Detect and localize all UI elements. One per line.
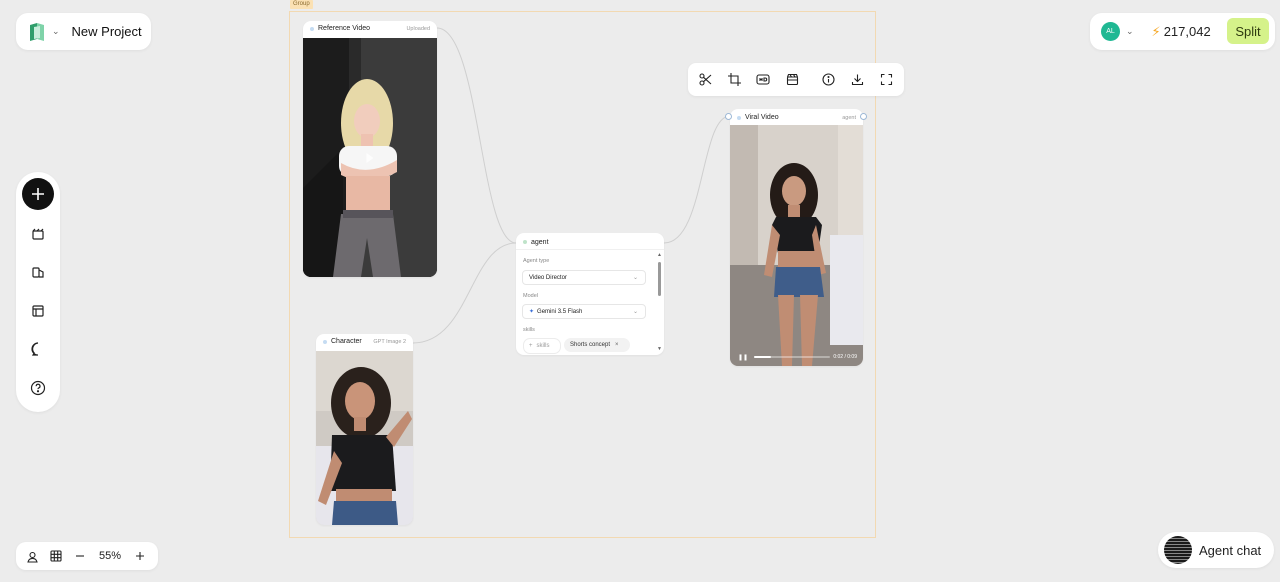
node-header: agent — [516, 235, 664, 250]
scrollbar[interactable]: ▲ ▼ — [657, 252, 662, 352]
app-logo-icon[interactable] — [28, 22, 46, 42]
character-image-frame[interactable] — [316, 351, 413, 525]
zoom-bar: 55% — [16, 542, 158, 570]
zoom-out-button[interactable] — [68, 542, 92, 570]
credits-balance[interactable]: ⚡ 217,042 — [1152, 24, 1211, 40]
video-controls: ❚❚ 0:02 / 0:09 — [738, 354, 857, 361]
character-node[interactable]: Character GPT Image 2 — [316, 334, 413, 525]
node-tag: GPT Image 2 — [373, 338, 406, 345]
status-dot — [310, 26, 314, 31]
skills-label: skills — [523, 327, 535, 333]
progress-bar[interactable] — [754, 356, 831, 358]
fullscreen-icon[interactable] — [878, 71, 894, 87]
assets-icon[interactable] — [22, 256, 54, 288]
agent-chat-label: Agent chat — [1199, 542, 1262, 558]
character-image — [316, 351, 413, 525]
chevron-down-icon[interactable]: ⌄ — [1126, 26, 1134, 37]
split-button[interactable]: Split — [1227, 18, 1269, 44]
person-pin-icon[interactable] — [20, 542, 44, 570]
hd-icon[interactable] — [755, 71, 771, 87]
model-select[interactable]: ✦ Gemini 3.5 Flash ⌄ — [522, 304, 646, 319]
node-title: Character — [331, 338, 362, 345]
node-tag: Uploaded — [406, 25, 430, 32]
edge-agent-to-viral — [663, 115, 731, 244]
agent-chat-button[interactable]: Agent chat — [1158, 532, 1274, 568]
plus-icon: + — [529, 343, 533, 349]
layout-icon[interactable] — [22, 295, 54, 327]
reference-video-node[interactable]: Reference Video Uploaded — [303, 21, 437, 277]
pause-icon[interactable]: ❚❚ — [738, 354, 748, 361]
video-time: 0:02 / 0:09 — [833, 354, 857, 360]
add-skill-button[interactable]: + skills — [523, 338, 561, 354]
skill-chip-label: Shorts concept — [570, 342, 611, 348]
grid-icon[interactable] — [44, 542, 68, 570]
viral-video-frame[interactable]: ❚❚ 0:02 / 0:09 — [730, 125, 863, 366]
viral-video-node[interactable]: Viral Video agent ❚❚ 0:02 / 0:09 — [730, 109, 863, 366]
chevron-down-icon: ⌄ — [632, 275, 638, 281]
agent-node[interactable]: agent Agent type Video Director ⌄ Model … — [516, 233, 664, 355]
viral-video-image — [730, 125, 863, 366]
close-icon[interactable]: × — [615, 342, 619, 348]
node-title: Viral Video — [745, 114, 779, 121]
crop-icon[interactable] — [726, 71, 742, 87]
node-header: Character GPT Image 2 — [316, 334, 413, 349]
node-title: agent — [531, 238, 549, 246]
model-value: Gemini 3.5 Flash — [537, 308, 583, 315]
node-title: Reference Video — [318, 25, 371, 32]
credits-value: 217,042 — [1163, 24, 1211, 39]
progress-fill — [754, 356, 771, 358]
agent-avatar — [1164, 536, 1192, 564]
info-icon[interactable] — [820, 71, 836, 87]
status-dot — [523, 240, 527, 244]
status-dot — [737, 115, 741, 120]
input-port[interactable] — [725, 113, 732, 120]
reference-video-frame[interactable] — [303, 38, 437, 277]
project-bar: ⌄ New Project — [16, 13, 151, 50]
node-header: Reference Video Uploaded — [303, 21, 437, 36]
add-skill-label: skills — [536, 343, 550, 349]
avatar[interactable]: AL — [1101, 22, 1120, 41]
node-header: Viral Video agent — [730, 110, 863, 125]
play-icon[interactable] — [366, 152, 374, 163]
help-icon[interactable] — [22, 372, 54, 404]
agent-type-select[interactable]: Video Director ⌄ — [522, 270, 646, 285]
scroll-down-icon[interactable]: ▼ — [657, 346, 662, 352]
clapper-icon[interactable] — [784, 71, 800, 87]
zoom-level[interactable]: 55% — [92, 550, 128, 562]
zoom-in-button[interactable] — [128, 542, 152, 570]
chat-icon[interactable] — [22, 333, 54, 365]
chevron-down-icon: ⌄ — [632, 309, 638, 315]
download-icon[interactable] — [849, 71, 865, 87]
bolt-icon: ⚡ — [1151, 23, 1161, 39]
status-dot — [323, 339, 327, 344]
scrollbar-thumb[interactable] — [658, 262, 661, 296]
node-tag: agent — [842, 114, 856, 121]
gemini-sparkle-icon: ✦ — [529, 309, 535, 315]
scissors-icon[interactable] — [697, 71, 713, 87]
scroll-up-icon[interactable]: ▲ — [657, 252, 662, 258]
media-icon[interactable] — [22, 218, 54, 250]
account-bar: AL ⌄ ⚡ 217,042 Split — [1090, 13, 1275, 50]
plus-icon[interactable] — [22, 178, 54, 210]
project-title[interactable]: New Project — [72, 24, 142, 39]
model-label: Model — [523, 293, 538, 299]
left-toolbar — [16, 172, 60, 412]
skill-chip[interactable]: Shorts concept × — [564, 338, 630, 352]
chevron-down-icon[interactable]: ⌄ — [52, 26, 60, 37]
agent-type-label: Agent type — [523, 258, 550, 264]
edge-reference-to-agent — [436, 27, 517, 244]
output-port[interactable] — [860, 113, 867, 120]
image-toolbar — [688, 63, 904, 96]
agent-type-value: Video Director — [529, 274, 567, 281]
